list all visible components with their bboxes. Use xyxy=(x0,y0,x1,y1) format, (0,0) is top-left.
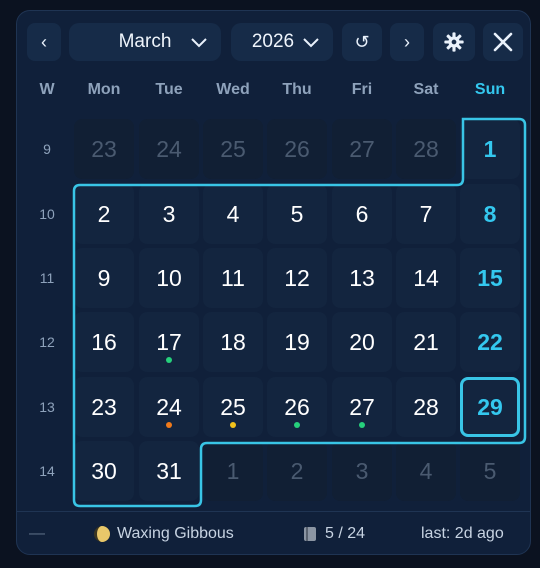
entry-count-label: 5 / 24 xyxy=(325,525,366,542)
moon-phase-label: Waxing Gibbous xyxy=(117,525,234,542)
notebook-icon xyxy=(304,527,316,541)
month-outline xyxy=(72,117,527,508)
status-left: — xyxy=(29,525,45,542)
last-updated: last: 2d ago xyxy=(421,525,504,542)
calendar-panel: ‹ March 2026 ↺ › W Mon Tue Wed Thu Fri S… xyxy=(16,10,531,555)
entry-count: 5 / 24 xyxy=(303,525,365,543)
status-bar: — Waxing Gibbous 5 / 24 last: 2d ago xyxy=(17,511,530,556)
moon-icon xyxy=(94,526,110,542)
moon-phase: Waxing Gibbous xyxy=(93,525,234,543)
